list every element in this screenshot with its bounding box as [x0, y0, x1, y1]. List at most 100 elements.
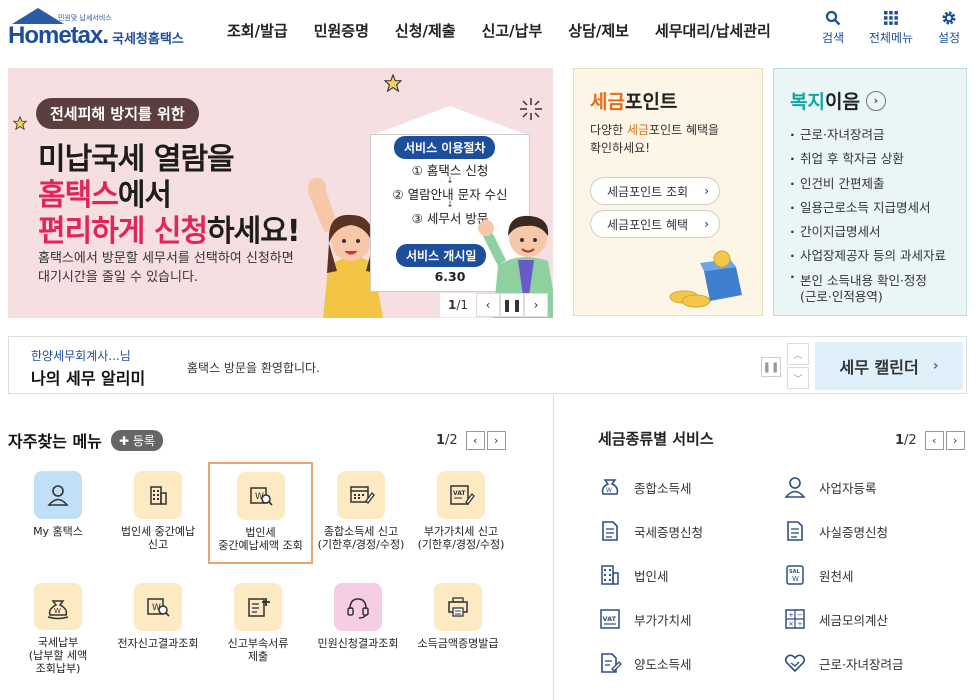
welfare-item[interactable]: 취업 후 학자금 상환: [790, 147, 946, 172]
welfare-item[interactable]: 일용근로소득 지급명세서: [790, 196, 946, 221]
frequent-page-current: 1: [436, 433, 446, 448]
service-earned-income-credit[interactable]: 근로·자녀장려금: [783, 651, 903, 675]
settings-label: 설정: [937, 31, 961, 45]
menu-tile-my-hometax[interactable]: My 홈택스: [8, 463, 108, 563]
nav-report-pay[interactable]: 신고/납부: [469, 20, 556, 41]
menu-tile-vat-report[interactable]: VAT 부가가치세 신고 (기한후/경정/수정): [408, 463, 514, 563]
main-banner[interactable]: 전세피해 방지를 위한 미납국세 열람을 홈택스에서 편리하게 신청하세요! 홈…: [8, 68, 553, 318]
menu-tile-civil-result[interactable]: 민원신청결과조회: [308, 575, 408, 675]
notifier-up-button[interactable]: ︿: [787, 343, 809, 365]
welfare-title-rest: 이음: [824, 91, 860, 113]
banner-convenient-text: 편리하게 신청: [38, 214, 208, 249]
notifier-pause-button[interactable]: ❚❚: [761, 357, 781, 377]
tax-point-desc-pre: 다양한: [590, 123, 627, 137]
service-comprehensive-income-tax[interactable]: W 종합소득세: [598, 475, 692, 499]
tax-point-desc-post: 포인트 혜택을: [649, 123, 720, 137]
register-button[interactable]: ✚ 등록: [111, 430, 163, 451]
tax-point-benefit-button[interactable]: 세금포인트 혜택 ›: [590, 210, 720, 238]
tax-point-lookup-label: 세금포인트 조회: [607, 184, 689, 199]
notifier-message[interactable]: 홈택스 방문을 환영합니다.: [187, 359, 320, 376]
welfare-item[interactable]: 사업장제공자 등의 과세자료: [790, 244, 946, 269]
menu-tile-tax-payment[interactable]: W 국세납부 (납부할 세액 조회납부): [8, 575, 108, 675]
tax-point-lookup-button[interactable]: 세금포인트 조회 ›: [590, 177, 720, 205]
menu-tile-e-report-result[interactable]: W 전자신고결과조회: [108, 575, 208, 675]
document-icon: [787, 521, 803, 541]
settings-button[interactable]: 설정: [929, 10, 969, 46]
service-withholding-tax[interactable]: SAL W 원천세: [783, 563, 854, 587]
tax-calendar-button[interactable]: 세무 캘린더 ›: [815, 342, 963, 390]
tax-point-desc-line-2: 확인하세요!: [590, 141, 651, 155]
welfare-item[interactable]: 본인 소득내용 확인·정정(근로·인적용역): [790, 269, 946, 305]
menu-tile-attachment-submit[interactable]: 신고부속서류 제출: [208, 575, 308, 675]
service-tax-simulation[interactable]: + − × ÷ 세금모의계산: [783, 607, 888, 631]
vat-icon: VAT: [600, 609, 620, 629]
tax-point-title-rest: 포인트: [624, 91, 678, 113]
nav-lookup-issue[interactable]: 조회/발급: [214, 20, 301, 41]
banner-pause-button[interactable]: ❚❚: [500, 293, 525, 317]
document-edit-icon: [601, 653, 622, 673]
search-button[interactable]: 검색: [813, 10, 853, 46]
chevron-up-icon: ︿: [793, 350, 803, 361]
svg-text:W: W: [606, 487, 612, 494]
search-icon: [825, 10, 841, 26]
welfare-more-button[interactable]: ›: [865, 90, 886, 111]
tax-services-next-button[interactable]: ›: [945, 431, 965, 450]
banner-prev-button[interactable]: ‹: [476, 293, 501, 317]
service-national-tax-cert[interactable]: 국세증명신청: [598, 519, 703, 543]
all-menu-button[interactable]: 전체메뉴: [865, 10, 917, 46]
tax-services-prev-button[interactable]: ‹: [924, 431, 944, 450]
service-transfer-income-tax[interactable]: 양도소득세: [598, 651, 692, 675]
welfare-item[interactable]: 인건비 간편제출: [790, 172, 946, 197]
welfare-item[interactable]: 간이지급명세서: [790, 220, 946, 245]
welfare-item[interactable]: 근로·자녀장려금: [790, 123, 946, 148]
banner-desc-line-1: 홈택스에서 방문할 세무서를 선택하여 신청하면: [38, 251, 294, 266]
star-icon: [13, 116, 27, 130]
chevron-right-icon: ›: [932, 358, 939, 374]
hometax-logo[interactable]: 민원맞 납세서비스 Hometax. 국세청홈택스: [8, 8, 193, 50]
plus-icon: ✚: [119, 434, 133, 448]
svg-text:×: ×: [788, 620, 794, 628]
calendar-edit-icon: [337, 471, 385, 519]
service-label: 국세증명신청: [634, 524, 704, 540]
nav-consult-report[interactable]: 상담/제보: [555, 20, 642, 41]
gear-icon: [942, 11, 956, 25]
menu-tile-income-tax-report[interactable]: 종합소득세 신고 (기한후/경정/수정): [308, 463, 414, 563]
frequent-prev-button[interactable]: ‹: [465, 431, 485, 450]
service-label: 사업자등록: [819, 480, 877, 496]
money-bag-icon: W: [34, 583, 82, 630]
svg-text:÷: ÷: [797, 620, 803, 628]
nav-apply-submit[interactable]: 신청/제출: [382, 20, 469, 41]
register-label: 등록: [132, 434, 155, 448]
menu-tile-corp-interim-tax-lookup[interactable]: W 법인세 중간예납세액 조회: [208, 462, 313, 564]
tax-services-page-total: /2: [904, 433, 917, 448]
header: 민원맞 납세서비스 Hometax. 국세청홈택스 조회/발급 민원증명 신청/…: [0, 0, 979, 62]
banner-headline-3: 편리하게 신청하세요!: [38, 206, 301, 250]
document-icon: [602, 521, 618, 541]
nav-tax-agent[interactable]: 세무대리/납세관리: [642, 20, 784, 41]
banner-next-button[interactable]: ›: [524, 293, 549, 317]
salary-doc-icon: SALW: [786, 565, 804, 585]
chevron-right-icon: ›: [704, 217, 709, 231]
star-icon: [384, 74, 402, 92]
user-icon: [34, 471, 82, 519]
welfare-item-line-1: 본인 소득내용 확인·정정: [800, 272, 927, 288]
frequent-next-button[interactable]: ›: [486, 431, 506, 450]
user-name[interactable]: 한양세무회계사...님: [31, 347, 131, 364]
nav-civil-cert[interactable]: 민원증명: [301, 20, 382, 41]
chevron-right-icon: ›: [873, 94, 879, 107]
chevron-right-icon: ›: [494, 434, 499, 447]
service-fact-cert[interactable]: 사실증명신청: [783, 519, 888, 543]
chevron-left-icon: ‹: [485, 298, 491, 312]
service-corporate-tax[interactable]: 법인세: [598, 563, 669, 587]
chevron-left-icon: ‹: [473, 434, 478, 447]
banner-controls: 1/1 ‹ ❚❚ ›: [440, 293, 549, 317]
service-vat[interactable]: VAT 부가가치세: [598, 607, 692, 631]
service-business-registration[interactable]: 사업자등록: [783, 475, 877, 499]
menu-tile-income-cert[interactable]: 소득금액증명발급: [408, 575, 508, 675]
menu-tile-label: 부가가치세 신고 (기한후/경정/수정): [417, 525, 505, 551]
notifier-down-button[interactable]: ﹀: [787, 367, 809, 389]
svg-text:VAT: VAT: [603, 615, 617, 623]
welfare-title: 복지이음 ›: [790, 87, 886, 114]
svg-text:W: W: [792, 575, 799, 583]
menu-tile-corp-interim-report[interactable]: 법인세 중간예납 신고: [108, 463, 208, 563]
